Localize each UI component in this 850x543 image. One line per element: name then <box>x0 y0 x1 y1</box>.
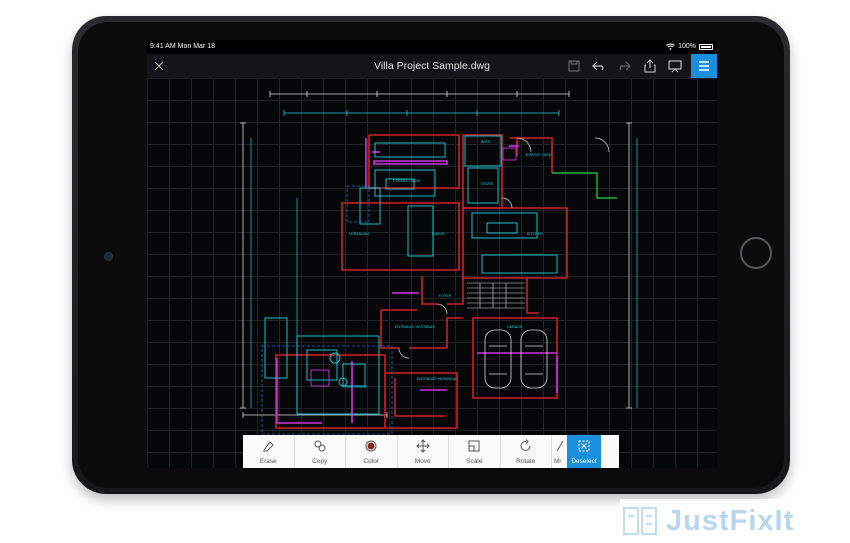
room-label-living-room: LIVING ROOM <box>343 385 367 389</box>
mirror-tool[interactable]: Mi <box>552 435 567 468</box>
watermark: JustFixIt <box>620 499 850 543</box>
copy-tool[interactable]: Copy <box>295 435 346 468</box>
color-tool[interactable]: Color <box>346 435 398 468</box>
status-right: 100% <box>666 43 713 50</box>
mirror-icon <box>556 440 563 452</box>
room-label-service-yard: SERVICE YARD <box>525 153 552 157</box>
copy-icon <box>314 440 326 452</box>
app-screen: 9:41 AM Mon Mar 18 100% Villa Project Sa… <box>147 40 717 468</box>
room-label-formal-living: FORMAL LIVING <box>393 179 421 183</box>
scale-tool[interactable]: Scale <box>449 435 501 468</box>
room-label-entrance-verandah: ENTRANCE VERANDAH <box>417 377 458 381</box>
home-button[interactable] <box>740 237 772 269</box>
titlebar: Villa Project Sample.dwg <box>147 54 717 79</box>
drawing-canvas[interactable]: FORMAL LIVING BATH STORE SERVICE YARD VE… <box>147 78 717 468</box>
room-labels: FORMAL LIVING BATH STORE SERVICE YARD VE… <box>343 140 552 389</box>
color-label: Color <box>363 458 380 465</box>
room-label-dining: DINING <box>432 232 445 236</box>
front-camera <box>104 252 113 261</box>
eraser-icon <box>263 441 274 452</box>
erase-label: Erase <box>259 458 277 465</box>
service-yard-outline <box>552 172 617 199</box>
status-time: 9:41 AM Mon Mar 18 <box>150 43 215 50</box>
garage-cars <box>484 329 548 389</box>
floor-plan[interactable]: FORMAL LIVING BATH STORE SERVICE YARD VE… <box>147 78 717 468</box>
mirror-label: Mi <box>554 458 561 465</box>
room-label-garage: GARAGE <box>507 325 523 329</box>
deselect-icon <box>578 440 590 452</box>
wifi-icon <box>666 43 675 50</box>
selection-outline <box>261 185 393 435</box>
save-icon[interactable] <box>566 58 582 74</box>
move-label: Move <box>414 458 431 465</box>
move-icon <box>416 439 430 453</box>
rotate-label: Rotate <box>516 458 536 465</box>
color-swatch-icon <box>365 440 377 452</box>
dimension-lines <box>240 91 632 418</box>
battery-percent: 100% <box>678 43 696 50</box>
hamburger-icon <box>699 61 709 71</box>
menu-button[interactable] <box>691 54 717 78</box>
deselect-label: Deselect <box>571 458 597 465</box>
stairs <box>467 282 525 309</box>
room-label-verandah: VERANDAH <box>349 232 369 236</box>
scale-label: Scale <box>466 458 483 465</box>
present-icon[interactable] <box>667 58 683 74</box>
room-label-bath: BATH <box>481 140 491 144</box>
redo-icon[interactable] <box>616 58 632 74</box>
status-bar: 9:41 AM Mon Mar 18 100% <box>147 40 717 54</box>
move-tool[interactable]: Move <box>398 435 449 468</box>
room-label-store: STORE <box>481 182 494 186</box>
watermark-text: JustFixIt <box>666 504 795 537</box>
watermark-logo-icon <box>623 507 657 535</box>
erase-tool[interactable]: Erase <box>243 435 295 468</box>
cyan-dimension-lines <box>250 110 638 408</box>
share-icon[interactable] <box>642 58 658 74</box>
room-label-entrance-vestibule: ENTRANCE VESTIBULE <box>395 325 436 329</box>
copy-label: Copy <box>312 458 328 465</box>
room-label-foyer: FOYER <box>439 294 452 298</box>
rotate-icon <box>520 439 531 451</box>
battery-icon <box>699 43 713 50</box>
room-label-kitchen: KITCHEN <box>527 232 543 236</box>
deselect-tool[interactable]: Deselect <box>567 435 601 468</box>
rotate-tool[interactable]: Rotate <box>501 435 552 468</box>
edit-toolbar: Erase Copy Color Move Scale Rotate Mi De… <box>243 435 619 468</box>
scale-icon <box>468 440 480 452</box>
undo-icon[interactable] <box>591 58 607 74</box>
